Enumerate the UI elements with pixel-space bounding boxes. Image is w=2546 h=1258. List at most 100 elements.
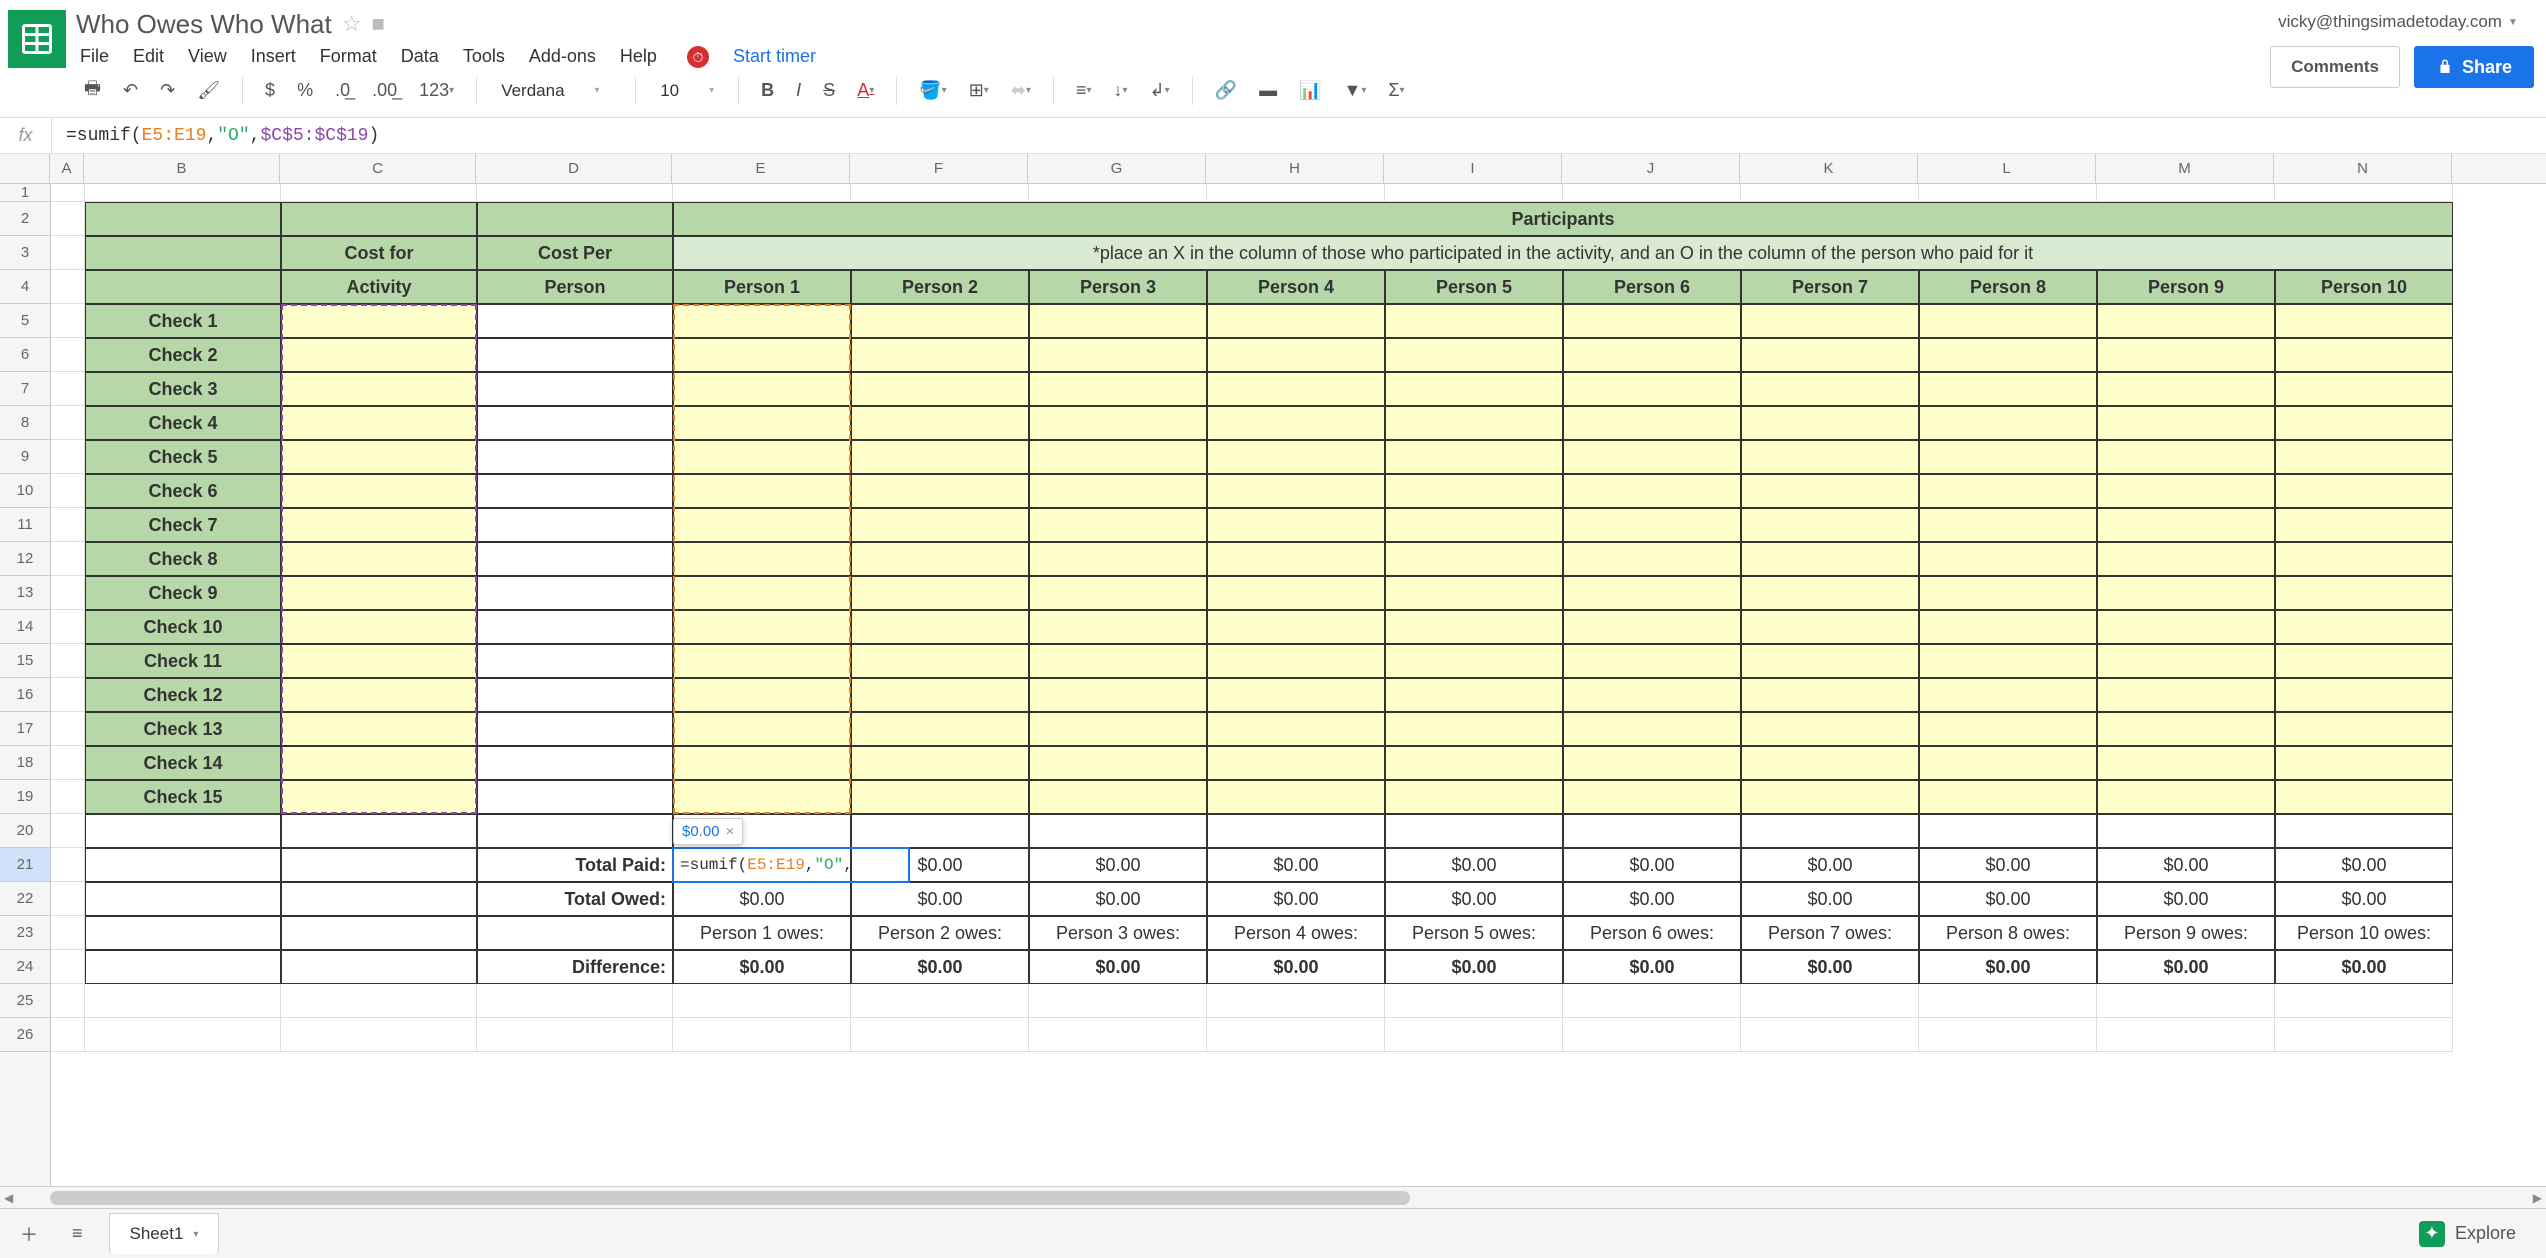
cell[interactable] [1741, 678, 1919, 712]
cell[interactable] [85, 1018, 281, 1052]
row-header[interactable]: 17 [0, 712, 50, 746]
cell[interactable] [281, 440, 477, 474]
cell[interactable] [1385, 610, 1563, 644]
cell[interactable] [51, 1018, 85, 1052]
sheet-tab[interactable]: Sheet1 ▾ [109, 1213, 220, 1254]
cell[interactable]: =sumif(E5:E19,"O",$C$5:$C$19)$0.00 [673, 848, 851, 882]
row-header[interactable]: 2 [0, 202, 50, 236]
cell[interactable] [2097, 406, 2275, 440]
row-header[interactable]: 8 [0, 406, 50, 440]
row-header[interactable]: 6 [0, 338, 50, 372]
cell[interactable] [851, 576, 1029, 610]
cell[interactable] [1741, 984, 1919, 1018]
cell[interactable] [2275, 440, 2453, 474]
cell[interactable] [2275, 508, 2453, 542]
cell[interactable] [1207, 542, 1385, 576]
cell[interactable] [1029, 440, 1207, 474]
cell[interactable]: $0.00 [1029, 882, 1207, 916]
cell[interactable] [1385, 780, 1563, 814]
cell[interactable] [1385, 1018, 1563, 1052]
cell[interactable] [1919, 610, 2097, 644]
column-header[interactable]: C [280, 154, 476, 183]
cell[interactable] [851, 984, 1029, 1018]
cell[interactable] [51, 236, 85, 270]
cell[interactable] [851, 746, 1029, 780]
row-header[interactable]: 18 [0, 746, 50, 780]
cell[interactable] [51, 406, 85, 440]
cell[interactable]: $0.00 [1207, 950, 1385, 984]
row-header[interactable]: 12 [0, 542, 50, 576]
cell[interactable] [2097, 474, 2275, 508]
cell[interactable] [1563, 746, 1741, 780]
column-header[interactable]: B [84, 154, 280, 183]
cell[interactable]: $0.00 [1029, 950, 1207, 984]
percent-icon[interactable]: % [289, 74, 321, 107]
cell[interactable] [1563, 576, 1741, 610]
cell[interactable] [1029, 644, 1207, 678]
cell[interactable] [2275, 372, 2453, 406]
cell[interactable] [281, 814, 477, 848]
cell[interactable]: Check 13 [85, 712, 281, 746]
wrap-icon[interactable]: ↲ ▾ [1142, 74, 1178, 107]
cell[interactable] [477, 304, 673, 338]
cell[interactable] [1207, 712, 1385, 746]
cell[interactable] [1741, 814, 1919, 848]
cell[interactable] [1563, 644, 1741, 678]
folder-icon[interactable]: ■ [371, 11, 384, 37]
cell[interactable]: $0.00 [1741, 950, 1919, 984]
row-header[interactable]: 1 [0, 184, 50, 202]
cell[interactable] [2097, 184, 2275, 202]
cell[interactable] [1029, 746, 1207, 780]
cell[interactable] [281, 508, 477, 542]
column-header[interactable]: D [476, 154, 672, 183]
cell[interactable]: $0.00 [1741, 848, 1919, 882]
cell[interactable] [477, 814, 673, 848]
cell[interactable]: $0.00 [1207, 848, 1385, 882]
cell[interactable] [477, 338, 673, 372]
cell[interactable]: Person 4 owes: [1207, 916, 1385, 950]
cell[interactable]: Check 3 [85, 372, 281, 406]
cell[interactable]: Check 12 [85, 678, 281, 712]
cell[interactable] [1741, 780, 1919, 814]
cell[interactable] [2275, 746, 2453, 780]
cell[interactable]: Person 10 owes: [2275, 916, 2453, 950]
cell[interactable] [1029, 712, 1207, 746]
cell[interactable] [673, 508, 851, 542]
row-header[interactable]: 24 [0, 950, 50, 984]
cell[interactable] [1207, 1018, 1385, 1052]
cell[interactable] [1919, 576, 2097, 610]
cell[interactable] [2275, 678, 2453, 712]
currency-icon[interactable]: $ [257, 74, 283, 107]
cell[interactable]: $0.00 [851, 950, 1029, 984]
row-header[interactable]: 9 [0, 440, 50, 474]
cell[interactable] [851, 780, 1029, 814]
cell[interactable] [281, 338, 477, 372]
comment-icon[interactable]: ▬ [1251, 74, 1285, 107]
cell[interactable]: Person 8 [1919, 270, 2097, 304]
cell[interactable]: $0.00 [1563, 950, 1741, 984]
cell[interactable] [673, 984, 851, 1018]
cell[interactable] [477, 406, 673, 440]
cell[interactable] [1919, 1018, 2097, 1052]
cell[interactable]: Person 9 owes: [2097, 916, 2275, 950]
cell[interactable] [1919, 406, 2097, 440]
v-align-icon[interactable]: ↓ ▾ [1105, 74, 1135, 107]
cell[interactable] [51, 184, 85, 202]
cell[interactable] [1741, 644, 1919, 678]
row-header[interactable]: 16 [0, 678, 50, 712]
cell[interactable] [1741, 542, 1919, 576]
cell[interactable] [1029, 406, 1207, 440]
column-header[interactable]: J [1562, 154, 1740, 183]
paint-format-icon[interactable]: 🖌 [189, 74, 228, 107]
cell[interactable] [851, 338, 1029, 372]
cell[interactable] [851, 712, 1029, 746]
cell[interactable]: Check 2 [85, 338, 281, 372]
increase-decimal-icon[interactable]: .00̲ [364, 74, 405, 107]
scroll-thumb[interactable] [50, 1191, 1410, 1205]
cell[interactable]: Check 11 [85, 644, 281, 678]
cell[interactable] [51, 916, 85, 950]
cell[interactable] [1385, 474, 1563, 508]
cell[interactable] [2275, 644, 2453, 678]
cell[interactable]: Cost for [281, 236, 477, 270]
cell[interactable] [477, 372, 673, 406]
